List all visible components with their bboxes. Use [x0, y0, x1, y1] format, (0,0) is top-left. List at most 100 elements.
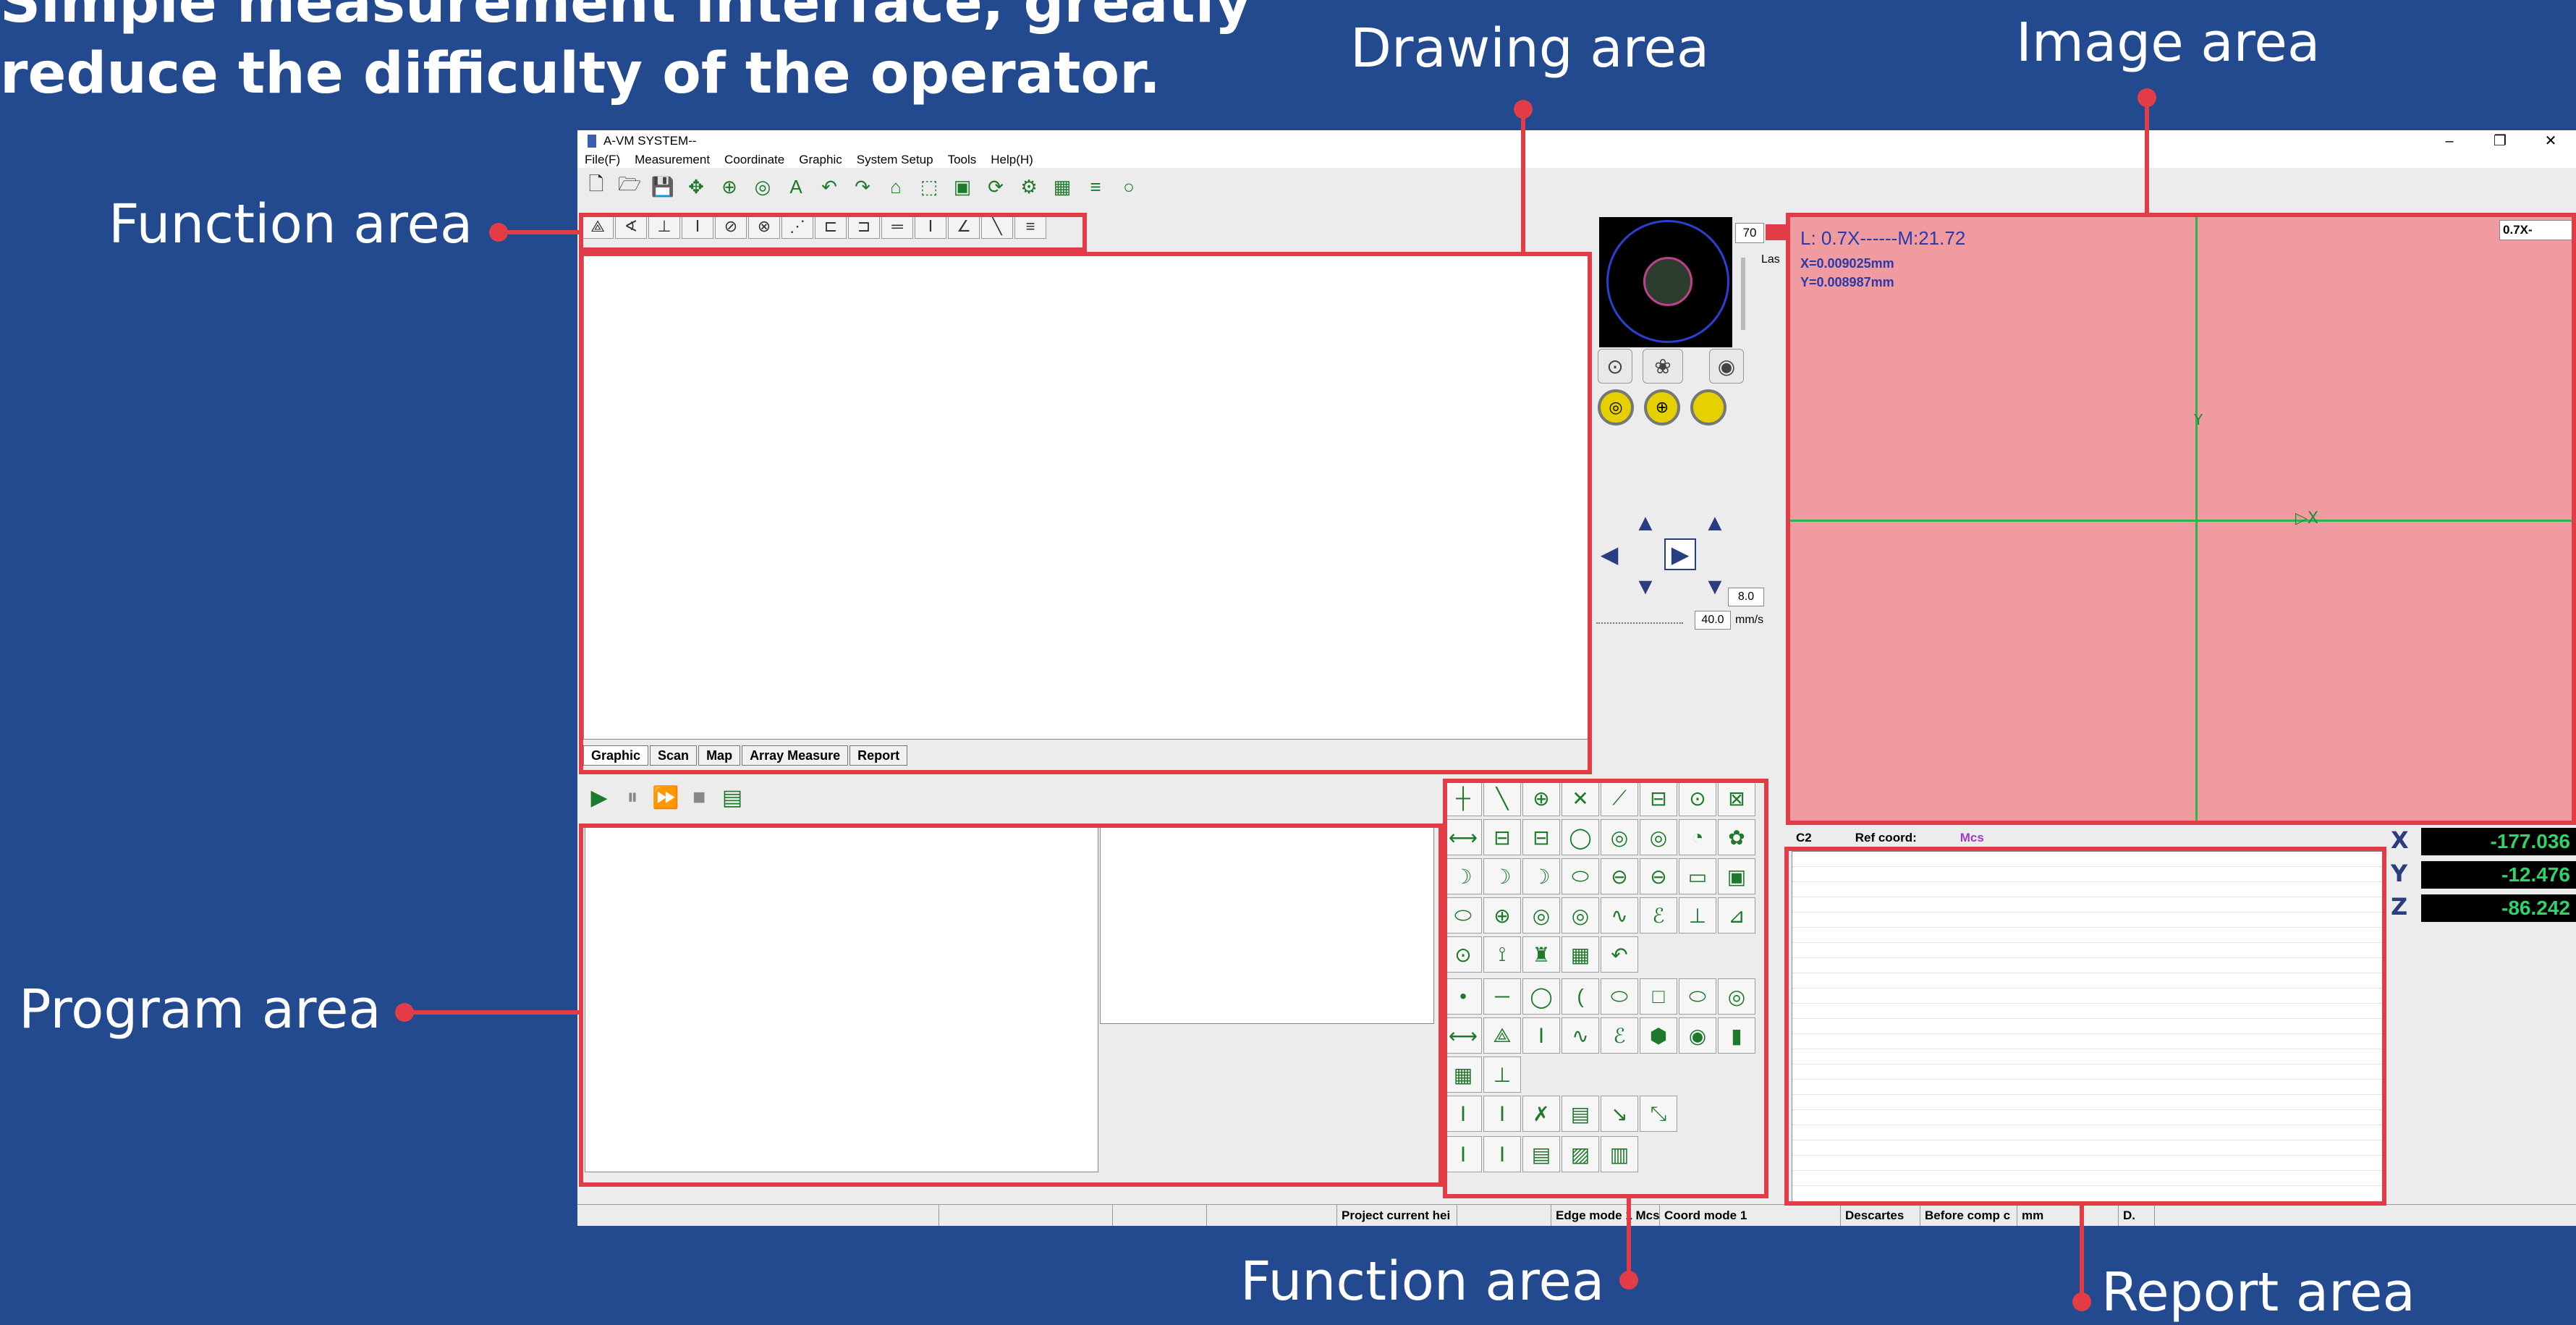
arrow-left-icon[interactable]: ◀ — [1593, 538, 1625, 570]
function-tool-icon[interactable]: ⤡ — [1640, 1096, 1677, 1132]
function-tool-icon[interactable]: ⊟ — [1522, 819, 1560, 855]
function-tool-icon[interactable]: ◎ — [1718, 978, 1755, 1015]
measure-tool-icon[interactable]: ≡ — [1014, 214, 1046, 239]
measure-tool-icon[interactable]: ⊏ — [815, 214, 847, 239]
zoom-icon[interactable]: ⊕ — [715, 174, 744, 199]
menu-measurement[interactable]: Measurement — [635, 153, 710, 167]
function-tool-icon[interactable]: ♜ — [1522, 936, 1560, 973]
function-tool-icon[interactable]: ⊟ — [1483, 819, 1521, 855]
coaxial-light-icon[interactable]: ◉ — [1709, 349, 1744, 384]
function-tool-icon[interactable]: • — [1444, 978, 1482, 1015]
stop-icon[interactable]: ■ — [685, 783, 713, 812]
minimize-button[interactable]: – — [2424, 130, 2475, 152]
function-tool-icon[interactable]: ▮ — [1718, 1017, 1755, 1054]
step-icon[interactable]: ⏩ — [651, 783, 680, 812]
function-tool-icon[interactable]: ∿ — [1562, 1017, 1599, 1054]
refresh-icon[interactable]: ⟳ — [981, 174, 1010, 199]
report-row[interactable] — [1792, 867, 2383, 882]
magnification-box[interactable]: 70 — [1735, 223, 1764, 243]
function-tool-icon[interactable]: ▤ — [1522, 1136, 1560, 1172]
function-tool-icon[interactable]: ⊥ — [1679, 897, 1716, 934]
report-row[interactable] — [1792, 928, 2383, 943]
function-tool-icon[interactable]: ⊕ — [1522, 780, 1560, 816]
function-tool-icon[interactable]: ▦ — [1562, 936, 1599, 973]
menu-system-setup[interactable]: System Setup — [857, 153, 933, 167]
export-excel-icon[interactable]: ▤ — [718, 783, 747, 812]
report-row[interactable] — [1792, 989, 2383, 1004]
function-tool-icon[interactable]: ─ — [1483, 978, 1521, 1015]
z-up-icon[interactable]: ▲ — [1699, 507, 1731, 538]
function-tool-icon[interactable]: ⬭ — [1679, 978, 1716, 1015]
function-tool-icon[interactable]: ⟷ — [1444, 1017, 1482, 1054]
function-tool-icon[interactable]: ( — [1562, 978, 1599, 1015]
arrow-down-icon[interactable]: ▼ — [1630, 570, 1661, 602]
function-tool-icon[interactable]: ∿ — [1601, 897, 1638, 934]
function-tool-icon[interactable]: ◯ — [1522, 978, 1560, 1015]
report-row[interactable] — [1792, 1004, 2383, 1019]
report-row[interactable] — [1792, 1125, 2383, 1140]
function-tool-icon[interactable]: ⟋ — [1601, 780, 1638, 816]
report-row[interactable] — [1792, 852, 2383, 867]
measure-tool-icon[interactable]: Ⅰ — [682, 214, 713, 239]
function-tool-icon[interactable]: ▦ — [1444, 1057, 1482, 1093]
measure-tool-icon[interactable]: ⊥ — [648, 214, 680, 239]
function-tool-icon[interactable]: ☽ — [1522, 858, 1560, 894]
function-tool-icon[interactable]: ◎ — [1522, 897, 1560, 934]
light-red-icon[interactable] — [1766, 224, 1786, 240]
function-tool-icon[interactable]: ▤ — [1562, 1096, 1599, 1132]
drawing-canvas[interactable] — [583, 255, 1589, 740]
image-icon[interactable]: ▣ — [948, 174, 977, 199]
menu-coordinate[interactable]: Coordinate — [724, 153, 784, 167]
live-image[interactable]: L: 0.7X------M:21.72 X=0.009025mm Y=0.00… — [1789, 216, 2576, 822]
settings-gear-icon[interactable]: ⚙ — [1014, 174, 1043, 199]
function-tool-icon[interactable]: □ — [1640, 978, 1677, 1015]
step-value[interactable]: 8.0 — [1728, 588, 1764, 606]
function-tool-icon[interactable]: ▭ — [1679, 858, 1716, 894]
function-tool-icon[interactable]: ⟟ — [1483, 936, 1521, 973]
contour-light-icon[interactable]: ⊕ — [1644, 389, 1680, 426]
function-tool-icon[interactable]: ◎ — [1640, 819, 1677, 855]
speed-slider[interactable] — [1596, 615, 1683, 624]
function-tool-icon[interactable]: ▥ — [1601, 1136, 1638, 1172]
report-row[interactable] — [1792, 1156, 2383, 1171]
measure-tool-icon[interactable]: ⊘ — [715, 214, 747, 239]
measure-tool-icon[interactable]: ∢ — [615, 214, 647, 239]
close-button[interactable]: ✕ — [2525, 130, 2576, 152]
function-tool-icon[interactable]: ⊙ — [1679, 780, 1716, 816]
function-tool-icon[interactable]: ◎ — [1601, 819, 1638, 855]
report-row[interactable] — [1792, 958, 2383, 973]
function-tool-icon[interactable]: ☽ — [1444, 858, 1482, 894]
report-row[interactable] — [1792, 913, 2383, 928]
function-tool-icon[interactable]: ⊕ — [1483, 897, 1521, 934]
zoom-select[interactable]: 0.7X- — [2499, 220, 2576, 240]
open-folder-icon[interactable]: 🗁 — [615, 173, 644, 199]
tab-report[interactable]: Report — [850, 745, 908, 766]
report-row[interactable] — [1792, 1019, 2383, 1034]
function-tool-icon[interactable]: Ⅰ — [1444, 1096, 1482, 1132]
function-tool-icon[interactable]: ⊥ — [1483, 1057, 1521, 1093]
report-table[interactable] — [1792, 851, 2384, 1203]
function-tool-icon[interactable]: ⊖ — [1601, 858, 1638, 894]
function-tool-icon[interactable]: Ⅰ — [1483, 1096, 1521, 1132]
function-tool-icon[interactable]: ⬭ — [1601, 978, 1638, 1015]
tab-graphic[interactable]: Graphic — [583, 745, 649, 766]
function-tool-icon[interactable]: ℰ — [1601, 1017, 1638, 1054]
function-tool-icon[interactable]: ↘ — [1601, 1096, 1638, 1132]
menu-tools[interactable]: Tools — [948, 153, 977, 167]
grid-icon[interactable]: ▦ — [1048, 174, 1077, 199]
measure-tool-icon[interactable]: ═ — [881, 214, 913, 239]
light-slider[interactable] — [1741, 258, 1745, 330]
move-icon[interactable]: ✥ — [682, 174, 711, 199]
target-icon[interactable]: ⊙ — [1598, 349, 1632, 384]
measure-tool-icon[interactable]: ∠ — [948, 214, 980, 239]
ring-light-icon[interactable]: ❀ — [1643, 349, 1683, 384]
report-row[interactable] — [1792, 1171, 2383, 1186]
function-tool-icon[interactable]: ◔ — [1679, 819, 1716, 855]
menu-graphic[interactable]: Graphic — [799, 153, 842, 167]
function-tool-icon[interactable]: ⊠ — [1718, 780, 1755, 816]
report-row[interactable] — [1792, 1140, 2383, 1156]
restore-button[interactable]: ❐ — [2475, 130, 2525, 152]
report-row[interactable] — [1792, 1064, 2383, 1080]
measure-tool-icon[interactable]: ⋰ — [781, 214, 813, 239]
function-tool-icon[interactable]: ⟁ — [1483, 1017, 1521, 1054]
